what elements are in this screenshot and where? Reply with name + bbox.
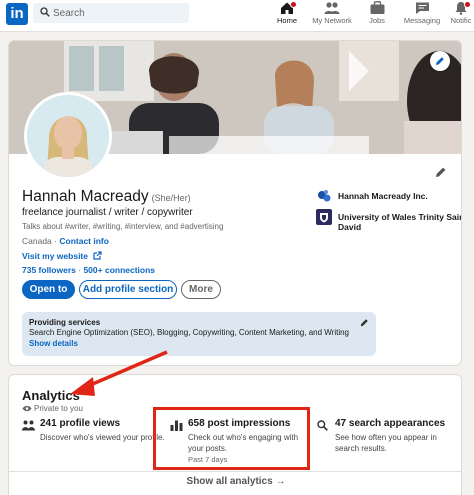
nav-my-network[interactable]: My Network [311,1,353,25]
avatar[interactable] [24,92,112,180]
location: Canada [22,236,52,246]
providing-services-box[interactable]: Providing services Search Engine Optimiz… [22,312,376,356]
search-input[interactable] [53,3,183,23]
profile-views-count[interactable]: 241 profile views [40,418,120,429]
search-appearances-metric[interactable]: 47 search appearances See how often you … [317,418,457,458]
search-appearances-count[interactable]: 47 search appearances [335,418,445,429]
private-to-you: Private to you [22,404,83,413]
network-icon [324,2,340,14]
top-navigation-bar: in Home My Network Jobs Messaging Notifi… [0,0,474,32]
nav-home[interactable]: Home [275,1,299,25]
talks-about: Talks about #writer, #writing, #intervie… [22,222,224,231]
pronouns: (She/Her) [151,193,191,203]
linkedin-logo-icon[interactable]: in [6,3,28,25]
avatar-photo [27,95,109,177]
nav-jobs-label: Jobs [369,16,385,25]
open-to-button[interactable]: Open to [22,280,75,299]
messaging-icon [415,2,429,14]
nav-my-network-label: My Network [312,16,352,25]
pencil-icon [436,57,444,65]
briefcase-icon [370,1,384,14]
connections-row: 735 followers · 500+ connections [22,265,155,275]
profile-name-row: Hannah Macready (She/Her) [22,188,191,206]
search-box[interactable] [33,3,189,23]
show-details-link[interactable]: Show details [29,339,78,348]
location-row: Canada · Contact info [22,236,109,246]
services-list: Search Engine Optimization (SEO), Bloggi… [29,328,350,337]
search-appearances-desc: See how often you appear in search resul… [335,433,437,453]
eye-icon [22,405,32,412]
pencil-icon [436,167,446,177]
company-logo-icon [316,188,332,204]
profile-views-desc: Discover who's viewed your profile. [40,433,165,442]
nav-messaging-label: Messaging [403,16,441,25]
nav-notifications[interactable]: Notific [448,1,474,25]
website-row: Visit my website [22,251,102,261]
website-link[interactable]: Visit my website [22,251,88,261]
nav-messaging[interactable]: Messaging [402,1,442,25]
highlight-box [153,407,310,470]
profile-views-metric[interactable]: 241 profile views Discover who's viewed … [22,418,165,458]
analytics-card: Analytics Private to you 241 profile vie… [8,374,462,495]
connections-link[interactable]: 500+ connections [83,265,155,275]
followers-link[interactable]: 735 followers [22,265,76,275]
notification-dot [290,1,297,8]
external-link-icon[interactable] [93,251,102,260]
profile-name: Hannah Macready [22,188,149,205]
university-logo-icon [316,209,332,225]
services-title: Providing services [29,318,101,327]
company-name: Hannah Macready Inc. [338,191,428,201]
nav-jobs[interactable]: Jobs [365,1,389,25]
edit-banner-button[interactable] [430,51,450,71]
university-name: University of Wales Trinity Saint David [338,212,462,232]
more-button[interactable]: More [181,280,221,299]
nav-home-label: Home [276,16,297,25]
people-icon [22,420,35,431]
analytics-title: Analytics [22,388,80,403]
notification-dot [464,1,471,8]
pencil-icon[interactable] [360,318,369,327]
nav-notifications-label: Notific [450,16,472,25]
divider [9,471,461,472]
edit-intro-button[interactable] [430,161,452,183]
show-all-analytics-link[interactable]: Show all analytics → [9,476,461,487]
profile-headline: freelance journalist / writer / copywrit… [22,207,193,218]
search-icon [317,420,328,431]
separator: · [54,236,57,246]
add-profile-section-button[interactable]: Add profile section [79,280,177,299]
private-label: Private to you [34,404,83,413]
profile-card: Hannah Macready (She/Her) freelance journ… [8,40,462,366]
separator: · [78,265,82,275]
search-icon [40,7,50,17]
contact-info-link[interactable]: Contact info [59,236,109,246]
